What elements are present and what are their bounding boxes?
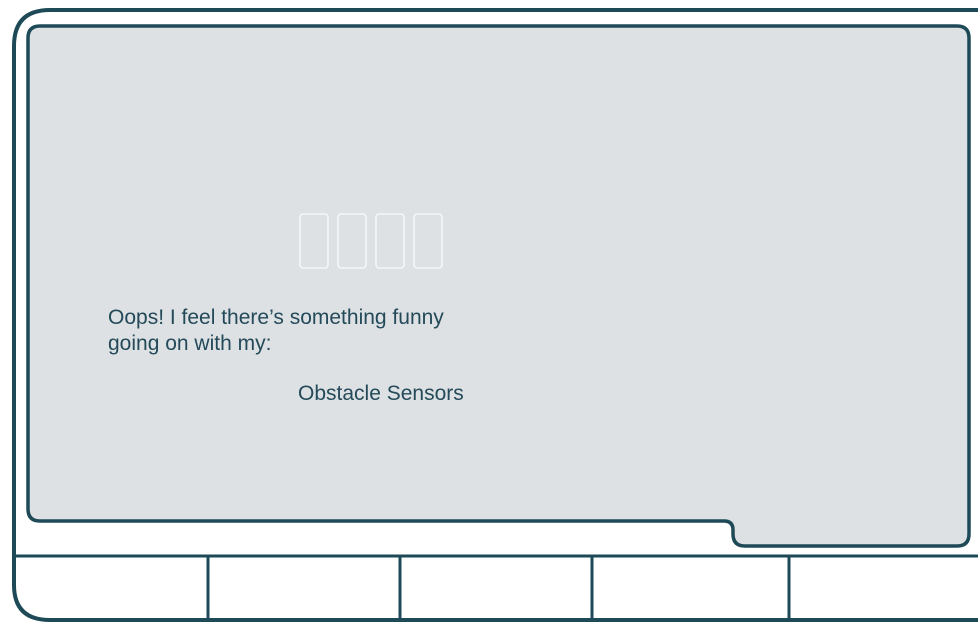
softkey-4[interactable]: [594, 557, 787, 622]
error-message-line-2: going on with my:: [108, 332, 272, 355]
softkey-2[interactable]: [210, 557, 398, 622]
error-message-line-1: Oops! I feel there’s something funny: [108, 306, 444, 329]
softkey-1[interactable]: [16, 557, 206, 622]
device-panel: Oops! I feel there’s something funny goi…: [0, 0, 978, 622]
display-screen: [26, 24, 971, 548]
error-item-label: Obstacle Sensors: [298, 382, 464, 405]
robot-face-dots-icon: [299, 213, 443, 269]
softkey-5[interactable]: [791, 557, 978, 622]
softkey-3[interactable]: [402, 557, 590, 622]
